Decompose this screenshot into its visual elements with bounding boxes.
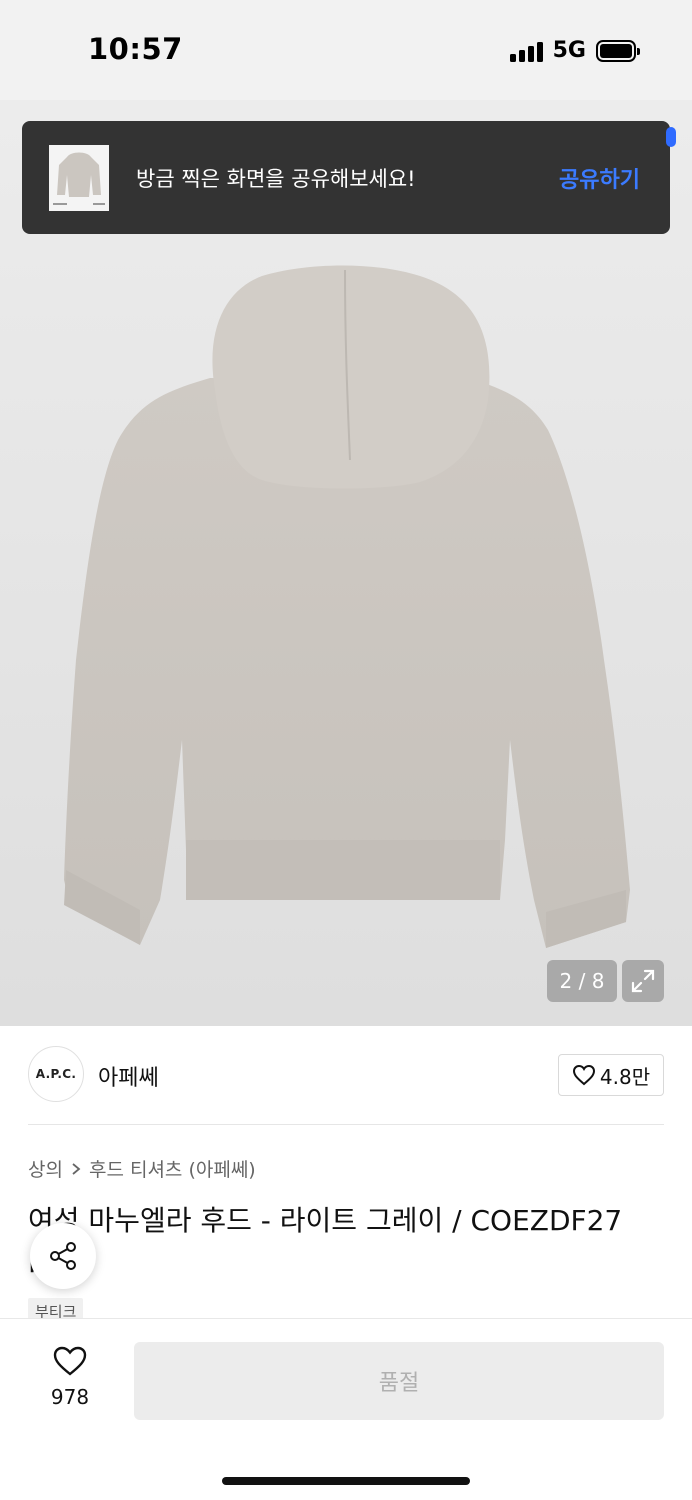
brand-logo[interactable]: A.P.C. xyxy=(28,1046,84,1102)
expand-icon[interactable] xyxy=(622,960,664,1002)
battery-icon xyxy=(596,39,640,62)
share-toast: 방금 찍은 화면을 공유해보세요! 공유하기 xyxy=(22,121,676,234)
breadcrumb-subcategory[interactable]: 후드 티셔츠 (아페쎄) xyxy=(89,1155,256,1182)
image-counter: 2 / 8 xyxy=(547,960,617,1002)
toast-message: 방금 찍은 화면을 공유해보세요! xyxy=(136,166,416,191)
brand-like-button[interactable]: 4.8만 xyxy=(558,1054,664,1096)
heart-icon xyxy=(53,1346,87,1376)
breadcrumb-category[interactable]: 상의 xyxy=(28,1155,63,1182)
sold-out-button[interactable]: 품절 xyxy=(134,1342,664,1420)
network-label: 5G xyxy=(552,38,586,63)
share-now-button[interactable]: 공유하기 xyxy=(559,162,640,194)
toast-edge-indicator xyxy=(666,127,676,147)
product-image[interactable]: 2 / 8 xyxy=(0,100,692,1026)
heart-icon xyxy=(572,1064,595,1086)
status-indicators: 5G xyxy=(509,38,640,63)
signal-icon xyxy=(509,40,543,62)
product-title: 여성 마누엘라 후드 - 라이트 그레이 / COEZDF27 PAA xyxy=(28,1204,623,1279)
share-icon xyxy=(50,1242,76,1270)
share-button[interactable] xyxy=(30,1223,96,1289)
chevron-right-icon xyxy=(72,1162,81,1175)
divider xyxy=(28,1124,664,1125)
home-indicator xyxy=(222,1477,470,1485)
wishlist-count: 978 xyxy=(50,1385,90,1409)
status-time: 10:57 xyxy=(88,32,183,66)
breadcrumb: 상의 후드 티셔츠 (아페쎄) xyxy=(28,1155,256,1182)
wishlist-button[interactable]: 978 xyxy=(40,1345,100,1409)
screenshot-thumbnail[interactable] xyxy=(49,144,109,211)
brand-name[interactable]: 아페쎄 xyxy=(98,1060,159,1092)
hoodie-image xyxy=(64,265,630,948)
brand-like-count: 4.8만 xyxy=(599,1064,651,1089)
status-bar: 10:57 5G xyxy=(0,0,692,100)
bottom-action-bar: 978 품절 xyxy=(0,1318,692,1500)
brand-row: A.P.C. 아페쎄 4.8만 xyxy=(28,1046,664,1106)
